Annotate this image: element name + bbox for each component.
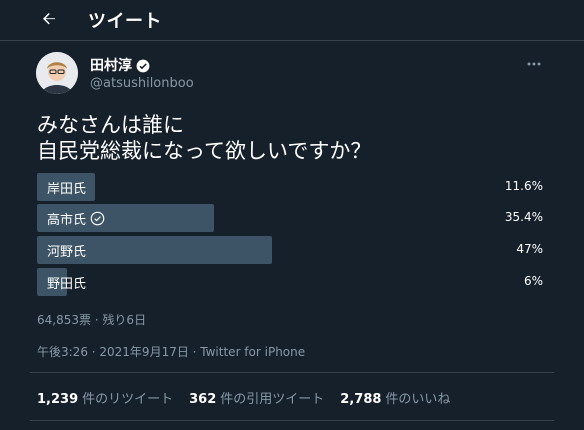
poll-option-percent: 35.4%: [504, 210, 543, 224]
verified-badge-icon: [136, 58, 150, 73]
more-options-icon[interactable]: [526, 56, 542, 76]
tweet-line-1: みなさんは誰に: [37, 113, 184, 137]
divider: [30, 420, 554, 421]
author-name[interactable]: 田村淳: [90, 55, 132, 75]
poll-option-percent: 6%: [523, 274, 543, 288]
avatar[interactable]: [36, 52, 78, 94]
retweet-count-link[interactable]: 1,239 件のリツイート: [37, 388, 173, 407]
check-circle-icon: [90, 211, 105, 226]
back-arrow-icon[interactable]: [38, 8, 60, 30]
poll-summary: 64,853票 · 残り6日: [37, 313, 147, 327]
author-name-row: 田村淳: [90, 55, 150, 75]
poll-option-4: 野田氏 6%: [37, 268, 547, 296]
like-count-link[interactable]: 2,788 件のいいね: [340, 388, 450, 407]
poll-option-label: 野田氏: [47, 277, 87, 292]
poll-option-label: 河野氏: [47, 245, 87, 260]
poll-option-2: 高市氏 35.4%: [37, 204, 547, 232]
poll-option-label: 高市氏: [47, 213, 87, 228]
tweet-line-2: 自民党総裁になって欲しいですか？: [37, 139, 372, 163]
poll-option-1: 岸田氏 11.6%: [37, 173, 547, 201]
author-handle[interactable]: @atsushilonboo: [90, 76, 194, 91]
poll-option-3: 河野氏 47%: [37, 236, 547, 264]
tweet-timestamp[interactable]: 午後3:26 · 2021年9月17日 · Twitter for iPhone: [37, 343, 305, 360]
tweet-text: みなさんは誰に 自民党総裁になって欲しいですか？: [37, 112, 557, 164]
poll-option-percent: 11.6%: [504, 179, 543, 193]
page-title: ツイート: [88, 11, 162, 32]
divider: [30, 372, 554, 373]
header-bar: ツイート: [0, 0, 584, 41]
engagement-stats: 1,239 件のリツイート 362 件の引用ツイート 2,788 件のいいね: [37, 388, 450, 407]
poll-option-percent: 47%: [516, 242, 543, 256]
poll-option-label: 岸田氏: [47, 182, 87, 197]
quote-tweet-count-link[interactable]: 362 件の引用ツイート: [189, 388, 324, 407]
